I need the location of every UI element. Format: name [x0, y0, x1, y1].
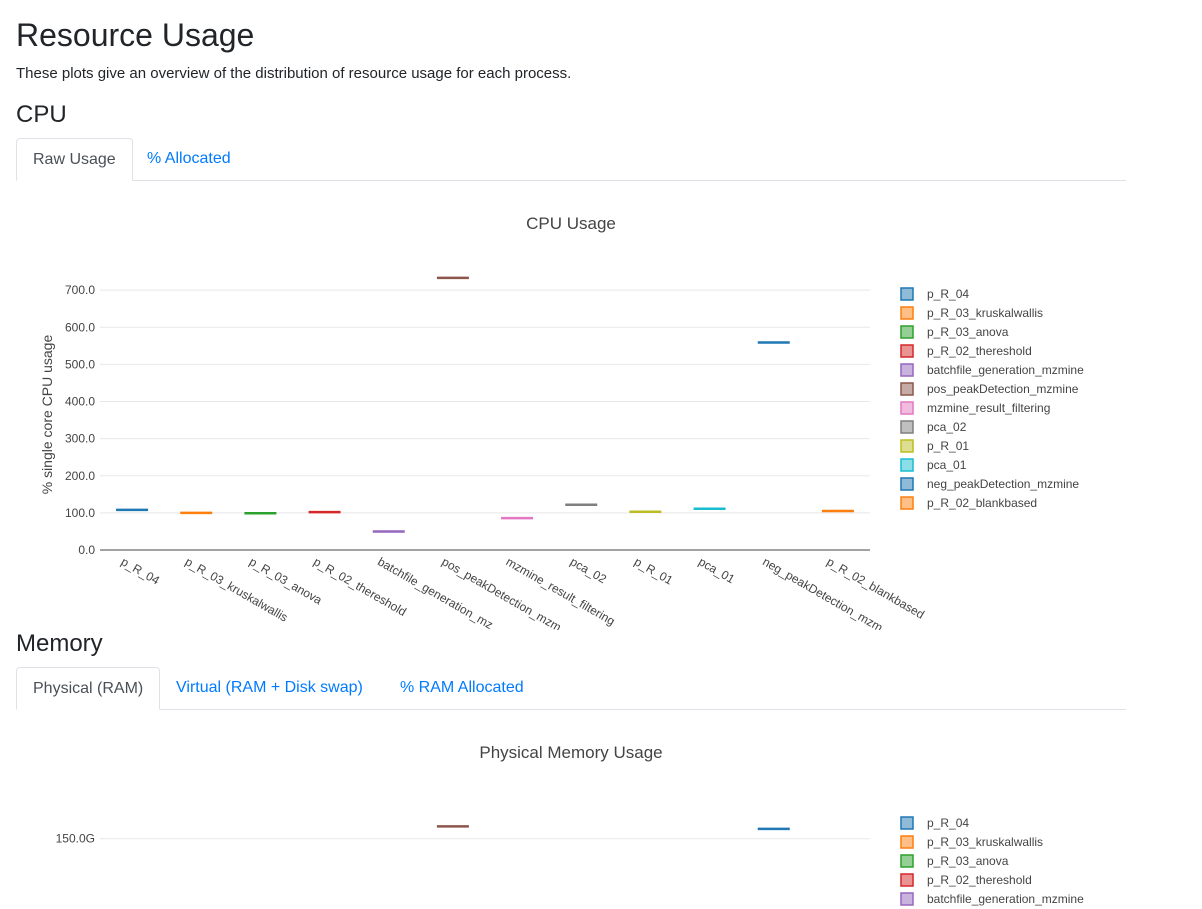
physical-memory-chart: Physical Memory Usage 150.0G p_R_04 p_R_03_… [56, 743, 1084, 906]
legend-item-p-r-02-blankbased: p_R_02_blankbased [900, 496, 1037, 510]
x-tick-label-neg-peakdetection-mzmine: neg_peakDetection_mzm [760, 554, 885, 630]
legend-label: p_R_02_thereshold [927, 344, 1032, 358]
y-tick-label: 500.0 [65, 357, 95, 371]
memory-tabs: Physical (RAM) Virtual (RAM + Disk swap)… [16, 667, 1126, 710]
tab-virtual-memory[interactable]: Virtual (RAM + Disk swap) [160, 667, 379, 708]
legend-label: pos_peakDetection_mzmine [927, 382, 1079, 396]
y-tick-label: 300.0 [65, 432, 95, 446]
tab-ram-allocated[interactable]: % RAM Allocated [384, 667, 540, 708]
x-tick-label-p-r-04: p_R_04 [119, 554, 163, 587]
legend-label: p_R_03_anova [927, 854, 1009, 868]
legend-item-pca-01: pca_01 [900, 458, 967, 472]
legend-swatch [900, 496, 914, 510]
tab-raw-usage[interactable]: Raw Usage [16, 138, 133, 181]
legend-label: neg_peakDetection_mzmine [927, 477, 1079, 491]
legend-swatch [900, 477, 914, 491]
y-axis-label: % single core CPU usage [39, 335, 55, 495]
memory-heading: Memory [16, 630, 103, 657]
legend-swatch [900, 420, 914, 434]
page-description: These plots give an overview of the dist… [16, 65, 572, 82]
legend-swatch [900, 287, 914, 301]
legend-swatch [900, 382, 914, 396]
legend-label: mzmine_result_filtering [927, 401, 1050, 415]
y-tick-label: 100.0 [65, 506, 95, 520]
x-tick-label-batchfile-generation-mzmine: batchfile_generation_mz [375, 554, 495, 630]
legend-label: p_R_04 [927, 287, 969, 301]
x-tick-label-mzmine-result-filtering: mzmine_result_filtering [504, 554, 618, 628]
legend-item-p-r-03-kruskalwallis: p_R_03_kruskalwallis [900, 835, 1043, 849]
legend-swatch [900, 873, 914, 887]
cpu-usage-chart: CPU Usage 0.0 100.0 200.0 300.0 400.0 500.0 600… [39, 214, 1084, 630]
chart-title: Physical Memory Usage [479, 743, 662, 762]
x-tick-label-pos-peakdetection-mzmine: pos_peakDetection_mzm [439, 554, 563, 630]
legend-swatch [900, 816, 914, 830]
cpu-tabs: Raw Usage % Allocated [16, 138, 1126, 181]
y-tick-label: 700.0 [65, 283, 95, 297]
legend-item-p-r-03-kruskalwallis: p_R_03_kruskalwallis [900, 306, 1043, 320]
legend-label: p_R_04 [927, 816, 969, 830]
legend-swatch [900, 363, 914, 377]
y-tick-label: 200.0 [65, 469, 95, 483]
page-title: Resource Usage [16, 17, 255, 53]
tab-physical-ram[interactable]: Physical (RAM) [16, 667, 161, 710]
legend-swatch [900, 325, 914, 339]
legend-label: pca_01 [927, 458, 967, 472]
tab-cpu-allocated[interactable]: % Allocated [131, 138, 247, 179]
legend-item-pos-peakdetection-mzmine: pos_peakDetection_mzmine [900, 382, 1079, 396]
legend-item-neg-peakdetection-mzmine: neg_peakDetection_mzmine [900, 477, 1079, 491]
y-tick-label: 0.0 [78, 543, 95, 557]
legend-label: p_R_02_blankbased [927, 496, 1037, 510]
legend-label: p_R_03_kruskalwallis [927, 835, 1043, 849]
x-tick-label-p-r-01: p_R_01 [632, 554, 676, 587]
y-tick-label: 600.0 [65, 320, 95, 334]
x-tick-label-pca-01: pca_01 [696, 554, 737, 586]
legend-item-p-r-04: p_R_04 [900, 287, 969, 301]
chart-title: CPU Usage [526, 214, 616, 233]
legend-item-batchfile-generation-mzmine: batchfile_generation_mzmine [900, 892, 1084, 906]
legend-item-pca-02: pca_02 [900, 420, 967, 434]
legend-label: pca_02 [927, 420, 967, 434]
legend-label: batchfile_generation_mzmine [927, 892, 1084, 906]
legend-swatch [900, 439, 914, 453]
legend-item-p-r-02-thereshold: p_R_02_thereshold [900, 344, 1032, 358]
legend-item-p-r-03-anova: p_R_03_anova [900, 854, 1009, 868]
legend-label: batchfile_generation_mzmine [927, 363, 1084, 377]
legend-swatch [900, 306, 914, 320]
y-tick-label: 150.0G [56, 832, 95, 846]
legend-swatch [900, 835, 914, 849]
legend-swatch [900, 401, 914, 415]
legend-label: p_R_03_anova [927, 325, 1009, 339]
legend-swatch [900, 344, 914, 358]
legend-swatch [900, 458, 914, 472]
legend-label: p_R_02_thereshold [927, 873, 1032, 887]
legend-item-mzmine-result-filtering: mzmine_result_filtering [900, 401, 1050, 415]
legend-item-p-r-04: p_R_04 [900, 816, 969, 830]
legend-label: p_R_03_kruskalwallis [927, 306, 1043, 320]
legend-item-p-r-03-anova: p_R_03_anova [900, 325, 1009, 339]
legend-label: p_R_01 [927, 439, 969, 453]
legend-swatch [900, 854, 914, 868]
x-tick-label-pca-02: pca_02 [568, 554, 609, 586]
legend-item-p-r-01: p_R_01 [900, 439, 969, 453]
legend-swatch [900, 892, 914, 906]
y-tick-label: 400.0 [65, 395, 95, 409]
x-tick-label-p-r-03-kruskalwallis: p_R_03_kruskalwallis [183, 554, 291, 624]
legend-item-batchfile-generation-mzmine: batchfile_generation_mzmine [900, 363, 1084, 377]
legend-item-p-r-02-thereshold: p_R_02_thereshold [900, 873, 1032, 887]
cpu-heading: CPU [16, 101, 67, 128]
